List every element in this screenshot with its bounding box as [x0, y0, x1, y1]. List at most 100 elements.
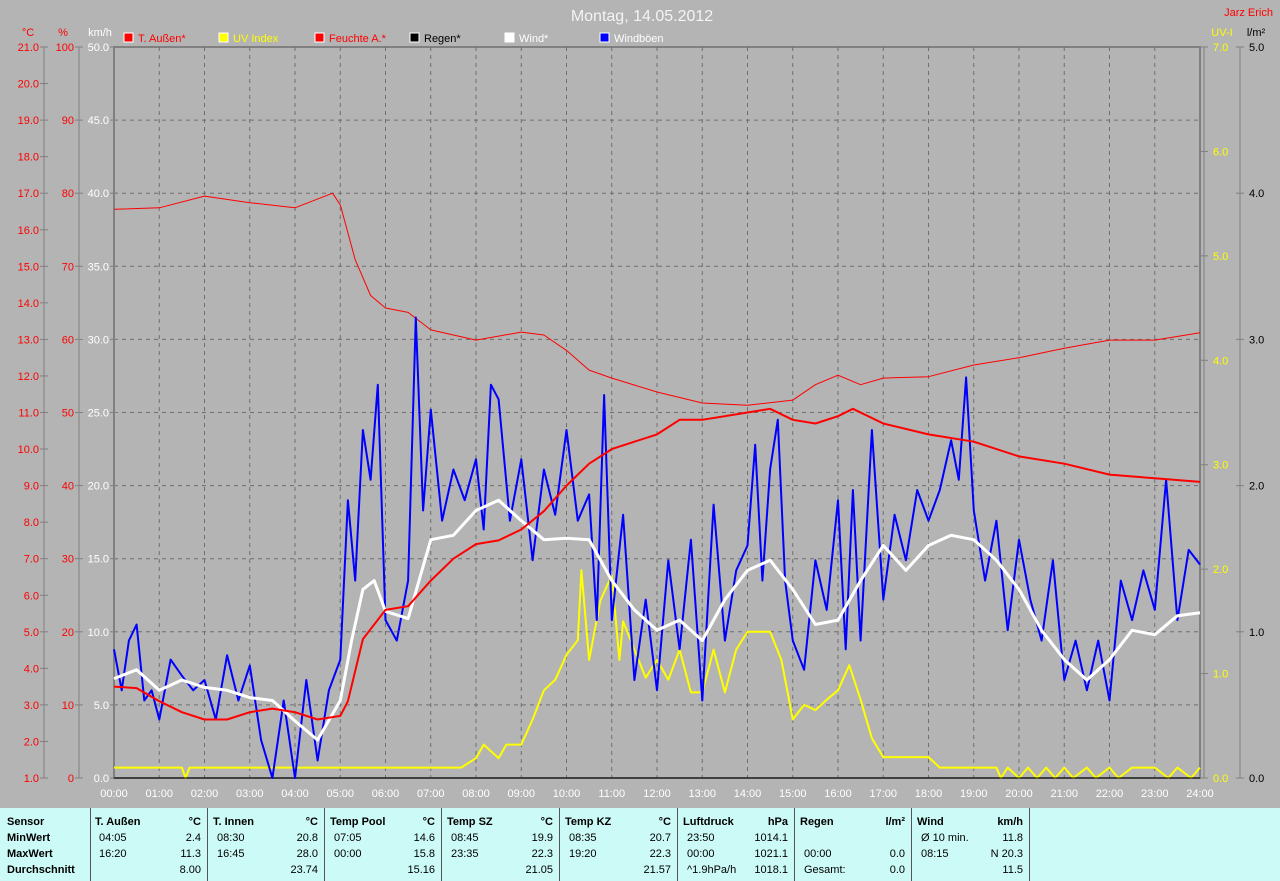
axis-tick-label: 4.0: [1213, 355, 1228, 367]
axis-tick-label: 8.0: [24, 517, 39, 529]
legend-entry: T. Außen*: [138, 33, 186, 45]
stat-value: 20.8: [296, 832, 318, 844]
stat-value: 11.5: [1002, 864, 1023, 876]
x-tick-label: 18:00: [915, 788, 943, 800]
row-label: MinWert: [7, 832, 51, 844]
axis-tick-label: 45.0: [88, 115, 109, 127]
column-unit: °C: [540, 816, 553, 828]
stat-value: 21.57: [643, 864, 671, 876]
weather-chart: Montag, 14.05.2012 Jarz Erich00:00 01:00 02…: [18, 7, 1273, 800]
column-header: Temp Pool: [330, 816, 386, 828]
stats-column-luftdruck: Luftdruck hPa 23:50 1014.1 00:00 1021.1 ^1.9hP…: [678, 808, 795, 881]
legend-entry: Windböen: [614, 33, 664, 45]
axis-tick-label: 7.0: [24, 554, 39, 566]
x-tick-label: 10:00: [553, 788, 581, 800]
column-unit: °C: [658, 816, 671, 828]
column-unit: hPa: [767, 816, 788, 828]
axis-tick-label: 13.0: [18, 334, 39, 346]
axis-tick-label: 20: [62, 627, 74, 639]
stat-value: 11.8: [1002, 832, 1023, 844]
axis-tick-label: 30.0: [88, 334, 109, 346]
row-label-column: Sensor MinWert MaxWert Durchschnitt: [0, 808, 91, 881]
column-unit: °C: [422, 816, 435, 828]
x-tick-label: 02:00: [191, 788, 219, 800]
stat-time: ^1.9hPa/h: [687, 864, 737, 876]
axis-label-uv: UV-I: [1211, 27, 1232, 39]
axis-tick-label: 50: [62, 408, 74, 420]
row-label: MaxWert: [7, 848, 53, 860]
x-tick-label: 11:00: [598, 788, 625, 800]
x-tick-label: 24:00: [1186, 788, 1214, 800]
axis-tick-label: 2.0: [1249, 481, 1264, 493]
axis-tick-label: 25.0: [88, 408, 109, 420]
stat-time: 08:15: [921, 848, 949, 860]
axis-tick-label: 21.0: [18, 42, 39, 54]
row-label: Sensor: [7, 816, 45, 828]
x-tick-label: 12:00: [643, 788, 671, 800]
x-tick-label: 17:00: [869, 788, 897, 800]
x-tick-label: 07:00: [417, 788, 445, 800]
axis-tick-label: 3.0: [1249, 334, 1264, 346]
x-tick-label: 21:00: [1050, 788, 1078, 800]
stat-time: Ø 10 min.: [921, 832, 969, 844]
column-header: Regen: [800, 816, 834, 828]
axis-tick-label: 0.0: [1249, 773, 1264, 785]
stat-value: 15.8: [413, 848, 435, 860]
x-tick-label: 22:00: [1096, 788, 1124, 800]
x-tick-label: 06:00: [372, 788, 400, 800]
column-header: Temp SZ: [447, 816, 493, 828]
stat-time: Gesamt:: [804, 864, 846, 876]
stat-time: 16:45: [217, 848, 245, 860]
stats-column-wind: Wind km/h Ø 10 min. 11.8 08:15 N 20.3 11.5: [912, 808, 1030, 881]
column-unit: °C: [188, 816, 201, 828]
axis-tick-label: 2.0: [1213, 564, 1228, 576]
legend-entry: Regen*: [424, 33, 461, 45]
x-tick-label: 08:00: [462, 788, 490, 800]
x-tick-label: 04:00: [281, 788, 309, 800]
x-tick-label: 01:00: [145, 788, 173, 800]
stat-value: 0.0: [889, 864, 905, 876]
stat-value: 22.3: [649, 848, 671, 860]
axis-tick-label: 20.0: [18, 79, 39, 91]
axis-tick-label: 4.0: [1249, 188, 1264, 200]
legend-entry: Wind*: [519, 33, 549, 45]
axis-tick-label: 3.0: [24, 700, 39, 712]
column-header: Temp KZ: [565, 816, 612, 828]
x-tick-label: 00:00: [100, 788, 128, 800]
axis-tick-label: 80: [62, 188, 74, 200]
x-tick-label: 15:00: [779, 788, 807, 800]
x-tick-label: 03:00: [236, 788, 264, 800]
stat-value: 1021.1: [754, 848, 788, 860]
axis-tick-label: 4.0: [24, 663, 39, 675]
axis-label-kmh: km/h: [88, 27, 112, 39]
axis-tick-label: 16.0: [18, 225, 39, 237]
axis-tick-label: 90: [62, 115, 74, 127]
axis-tick-label: 19.0: [18, 115, 39, 127]
legend-entry: Feuchte A.*: [329, 33, 387, 45]
stats-column-t-innen: T. Innen °C 08:30 20.8 16:45 28.0 23.74: [208, 808, 325, 881]
stat-value: 19.9: [531, 832, 553, 844]
stat-value: N 20.3: [990, 848, 1023, 860]
x-tick-label: 16:00: [824, 788, 852, 800]
stat-time: 23:50: [687, 832, 715, 844]
axis-tick-label: 15.0: [18, 261, 39, 273]
stat-value: 14.6: [413, 832, 435, 844]
stats-column-regen: Regen l/m² 00:00 0.0 Gesamt: 0.0: [795, 808, 912, 881]
x-tick-label: 13:00: [688, 788, 716, 800]
axis-tick-label: 2.0: [24, 736, 39, 748]
axis-tick-label: 10.0: [88, 627, 109, 639]
axis-tick-label: 0.0: [94, 773, 109, 785]
stat-value: 28.0: [296, 848, 318, 860]
axis-tick-label: 40.0: [88, 188, 109, 200]
stats-column-temp-kz: Temp KZ °C 08:35 20.7 19:20 22.3 21.57: [560, 808, 678, 881]
axis-tick-label: 100: [56, 42, 74, 54]
stat-value: 8.00: [179, 864, 201, 876]
axis-label-hum: %: [58, 27, 68, 39]
row-label: Durchschnitt: [7, 864, 75, 876]
axis-tick-label: 1.0: [1249, 627, 1264, 639]
axis-tick-label: 5.0: [94, 700, 109, 712]
stats-column-t-außen: T. Außen °C 04:05 2.4 16:20 11.3 8.00: [90, 808, 208, 881]
legend-swatch: [218, 32, 229, 43]
axis-label-temp: °C: [22, 27, 34, 39]
axis-tick-label: 10.0: [18, 444, 39, 456]
